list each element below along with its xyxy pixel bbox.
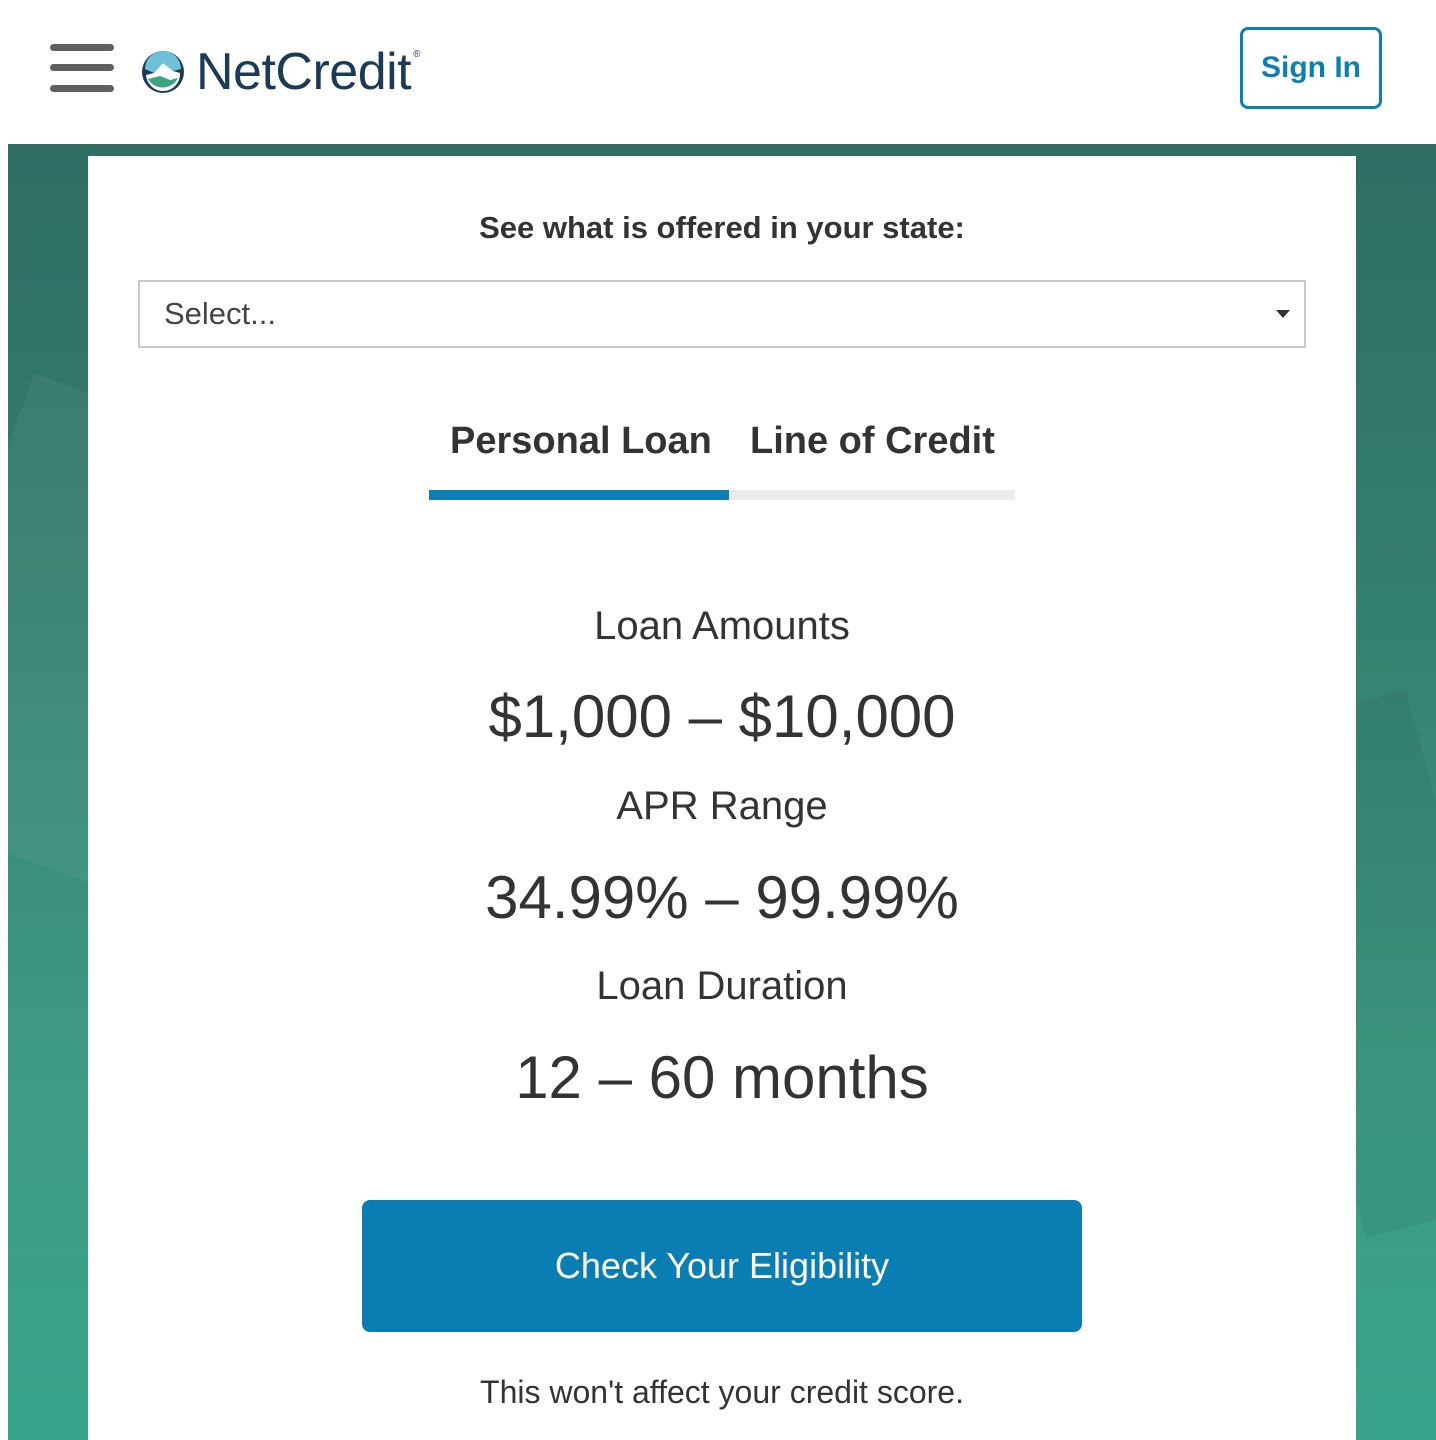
menu-icon-bar	[50, 85, 114, 92]
menu-icon[interactable]	[50, 44, 114, 92]
sign-in-button[interactable]: Sign In	[1240, 27, 1382, 109]
netcredit-logo-icon	[142, 51, 184, 93]
tab-personal-loan[interactable]: Personal Loan	[450, 420, 712, 463]
loan-duration-value: 12 – 60 months	[515, 1044, 929, 1111]
state-selector-label: See what is offered in your state:	[479, 210, 965, 245]
tab-active-indicator	[429, 490, 729, 500]
loan-duration-label: Loan Duration	[596, 964, 848, 1008]
state-select-value: Select...	[164, 296, 276, 331]
state-select[interactable]: Select...	[138, 280, 1306, 348]
apr-range-label: APR Range	[616, 784, 828, 828]
loan-amounts-value: $1,000 – $10,000	[488, 683, 956, 750]
netcredit-logo[interactable]: NetCredit ®	[140, 42, 421, 102]
caret-down-icon	[1276, 310, 1290, 318]
tab-line-of-credit[interactable]: Line of Credit	[750, 420, 995, 463]
credit-score-disclaimer: This won't affect your credit score.	[480, 1374, 964, 1410]
menu-icon-bar	[50, 44, 114, 51]
site-header: NetCredit ® Sign In	[0, 0, 1436, 144]
check-eligibility-button[interactable]: Check Your Eligibility	[362, 1200, 1082, 1332]
brand-name: NetCredit	[196, 43, 412, 101]
registered-mark: ®	[413, 48, 421, 60]
apr-range-value: 34.99% – 99.99%	[485, 864, 959, 931]
menu-icon-bar	[50, 64, 114, 71]
loan-amounts-label: Loan Amounts	[594, 604, 850, 648]
